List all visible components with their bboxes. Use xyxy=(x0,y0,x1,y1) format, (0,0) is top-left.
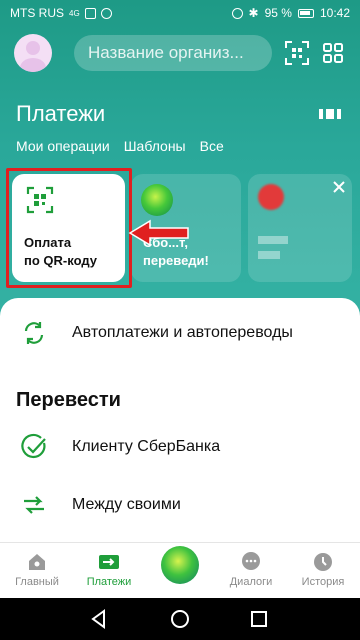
home-circle-icon[interactable] xyxy=(169,608,191,630)
qr-code-icon xyxy=(26,186,54,214)
battery-percent: 95 % xyxy=(264,6,292,20)
swap-arrows-icon xyxy=(24,496,44,514)
alarm-icon xyxy=(231,7,243,19)
blurred-text xyxy=(258,236,288,244)
blurred-logo-icon xyxy=(258,184,284,210)
promo-card-label-line2: переведи! xyxy=(143,253,209,268)
recent-apps-icon[interactable] xyxy=(248,608,270,630)
status-bar: MTS RUS 4G ✱ 95 % 10:42 xyxy=(0,0,360,26)
view-toggle-icon[interactable] xyxy=(318,107,342,121)
tab-my-operations[interactable]: Мои операции xyxy=(16,138,110,154)
tab-all[interactable]: Все xyxy=(200,138,224,154)
blurred-card[interactable] xyxy=(248,174,352,282)
notification-icon xyxy=(84,7,96,19)
section-tabs: Мои операции Шаблоны Все xyxy=(16,138,224,154)
nav-home-label: Главный xyxy=(15,576,59,588)
transfer-client-row[interactable]: Клиенту СберБанка xyxy=(0,424,360,470)
refresh-cycle-icon xyxy=(24,322,44,344)
transfer-client-label: Клиенту СберБанка xyxy=(72,438,221,455)
home-icon xyxy=(29,554,45,570)
grid-menu-icon[interactable] xyxy=(320,40,346,66)
clock: 10:42 xyxy=(319,6,350,20)
transfer-own-row[interactable]: Между своими xyxy=(0,482,360,528)
instagram-icon xyxy=(100,7,112,19)
qr-scan-icon[interactable] xyxy=(284,40,310,66)
autopay-label: Автоплатежи и автопереводы xyxy=(72,324,293,341)
carrier-label: MTS RUS xyxy=(10,6,64,20)
qr-payment-card[interactable]: Оплата по QR-коду xyxy=(12,174,125,282)
nav-dialogs-label: Диалоги xyxy=(229,576,273,588)
transfer-own-label: Между своими xyxy=(72,496,181,513)
qr-card-label: Оплата по QR-коду xyxy=(24,234,124,270)
battery-icon xyxy=(297,8,314,18)
page-title: Платежи xyxy=(16,101,106,126)
back-icon[interactable] xyxy=(88,608,110,630)
nav-history[interactable]: История xyxy=(288,549,358,595)
system-navigation-bar xyxy=(0,598,360,640)
close-icon[interactable] xyxy=(332,180,346,194)
sber-assistant-button[interactable] xyxy=(161,546,199,584)
network-type: 4G xyxy=(69,8,80,18)
blurred-text xyxy=(258,251,280,259)
nav-history-label: История xyxy=(301,576,345,588)
nav-dialogs[interactable]: Диалоги xyxy=(216,549,286,595)
check-circle-icon xyxy=(21,433,46,459)
nav-home[interactable]: Главный xyxy=(2,549,72,595)
qr-card-label-line1: Оплата xyxy=(24,235,72,250)
search-input[interactable]: Название организ... xyxy=(74,35,272,71)
bottom-navigation: Главный Платежи Диалоги История xyxy=(0,542,360,598)
sber-logo-icon xyxy=(141,184,173,216)
autopay-row[interactable]: Автоплатежи и автопереводы xyxy=(0,310,360,356)
pointer-arrow-icon xyxy=(128,219,189,247)
transfer-section-title: Перевести xyxy=(16,389,121,411)
clock-icon xyxy=(314,553,332,571)
nav-payments-label: Платежи xyxy=(86,576,132,588)
search-placeholder: Название организ... xyxy=(88,43,244,62)
payments-icon xyxy=(99,555,119,569)
tab-templates[interactable]: Шаблоны xyxy=(124,138,186,154)
nav-payments[interactable]: Платежи xyxy=(74,549,144,595)
qr-card-label-line2: по QR-коду xyxy=(24,253,97,268)
bluetooth-icon: ✱ xyxy=(248,6,259,20)
chat-bubble-icon xyxy=(242,552,260,570)
avatar[interactable] xyxy=(14,34,52,72)
